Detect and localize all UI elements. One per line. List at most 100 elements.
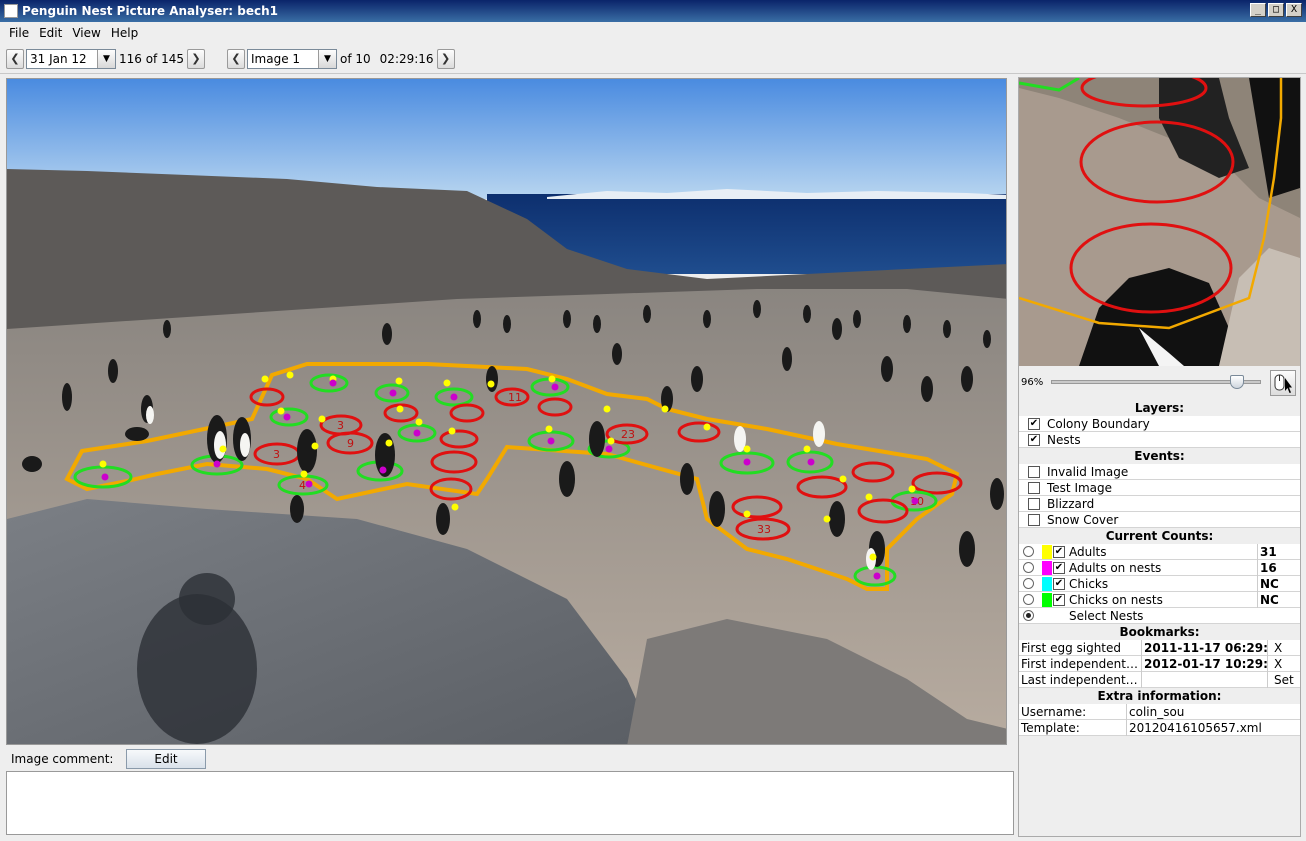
chevron-right-icon: ❯ <box>191 52 201 65</box>
bookmark-label: First egg sighted <box>1019 639 1142 656</box>
layer-label: Nests <box>1047 432 1081 447</box>
event-label: Test Image <box>1047 480 1113 495</box>
count-label: Adults <box>1069 544 1107 559</box>
mouse-mode-button[interactable] <box>1270 370 1296 396</box>
bookmark-row: First independent ch... 2012-01-17 10:29… <box>1019 655 1300 672</box>
count-row-select-nests[interactable]: Select Nests <box>1019 608 1300 624</box>
count-value: 16 <box>1257 559 1300 576</box>
toolbar: ❮ 31 Jan 12 ▼ 116 of 145 ❯ ❮ Image 1 ▼ o… <box>0 44 1306 74</box>
side-sections: Layers: ✔ Colony Boundary ✔ Nests Events… <box>1019 400 1300 736</box>
event-row-invalid-image[interactable]: Invalid Image <box>1019 464 1300 480</box>
count-label: Chicks on nests <box>1069 592 1163 607</box>
event-label: Snow Cover <box>1047 512 1119 527</box>
date-select[interactable]: 31 Jan 12 ▼ <box>26 48 116 69</box>
next-date-button[interactable]: ❯ <box>187 48 206 69</box>
checkbox-icon[interactable] <box>1028 465 1040 478</box>
close-button[interactable]: X <box>1286 3 1302 17</box>
chevron-left-icon: ❮ <box>10 52 20 65</box>
nest-number: 23 <box>621 428 635 441</box>
zoom-preview[interactable] <box>1019 78 1300 366</box>
radio-icon[interactable] <box>1023 578 1034 589</box>
event-row-snow-cover[interactable]: Snow Cover <box>1019 512 1300 528</box>
count-row-adults[interactable]: ✔ Adults 31 <box>1019 543 1300 560</box>
window-title: Penguin Nest Picture Analyser: bech1 <box>22 4 278 18</box>
app-icon <box>4 4 18 18</box>
checkbox-checked-icon[interactable]: ✔ <box>1053 577 1065 590</box>
comment-bar: Image comment: Edit <box>6 748 1014 770</box>
extra-info-header: Extra information: <box>1019 688 1300 704</box>
chevron-down-icon[interactable]: ▼ <box>97 49 115 68</box>
count-row-chicks[interactable]: ✔ Chicks NC <box>1019 575 1300 592</box>
maximize-button[interactable]: □ <box>1268 3 1284 17</box>
menu-view[interactable]: View <box>67 26 105 40</box>
edit-comment-button[interactable]: Edit <box>126 749 206 769</box>
bookmark-value: 2011-11-17 06:29:54 <box>1144 639 1268 656</box>
title-bar: Penguin Nest Picture Analyser: bech1 _ □… <box>0 0 1306 22</box>
nest-number: 9 <box>347 437 354 450</box>
bookmark-clear-button[interactable]: X <box>1268 656 1298 672</box>
menu-edit[interactable]: Edit <box>34 26 67 40</box>
color-swatch <box>1042 544 1052 559</box>
bookmark-label: Last independent ch... <box>1021 671 1142 688</box>
checkbox-checked-icon[interactable]: ✔ <box>1053 593 1065 606</box>
layer-row-nests[interactable]: ✔ Nests <box>1019 432 1300 448</box>
menu-help[interactable]: Help <box>106 26 143 40</box>
bookmark-row: First egg sighted 2011-11-17 06:29:54 X <box>1019 639 1300 656</box>
checkbox-checked-icon[interactable]: ✔ <box>1028 417 1040 430</box>
radio-icon[interactable] <box>1023 546 1034 557</box>
image-comment-textarea[interactable] <box>6 771 1014 835</box>
extra-info-row: Username: colin_sou <box>1019 703 1300 720</box>
count-row-chicks-on-nests[interactable]: ✔ Chicks on nests NC <box>1019 591 1300 608</box>
zoom-slider[interactable] <box>1051 375 1261 389</box>
checkbox-checked-icon[interactable]: ✔ <box>1028 433 1040 446</box>
image-time: 02:29:16 <box>379 51 434 66</box>
event-row-blizzard[interactable]: Blizzard <box>1019 496 1300 512</box>
zoom-bar: 96% <box>1019 368 1300 396</box>
bookmark-row: Last independent ch... Set <box>1019 671 1300 688</box>
right-panel: 96% Layers: ✔ Colony Boundary ✔ Nests Ev… <box>1018 77 1301 837</box>
chevron-right-icon: ❯ <box>440 52 451 65</box>
next-image-button[interactable]: ❯ <box>436 48 455 69</box>
zoom-slider-thumb[interactable] <box>1230 375 1245 389</box>
nest-number: 3 <box>337 419 344 432</box>
count-value: NC <box>1257 591 1300 608</box>
bookmark-set-button[interactable]: Set <box>1268 672 1298 688</box>
prev-image-button[interactable]: ❮ <box>227 48 246 69</box>
count-value: 31 <box>1257 543 1300 560</box>
checkbox-icon[interactable] <box>1028 497 1040 510</box>
color-swatch <box>1042 576 1052 591</box>
event-label: Blizzard <box>1047 496 1095 511</box>
radio-icon[interactable] <box>1023 594 1034 605</box>
date-select-value: 31 Jan 12 <box>30 51 87 66</box>
bookmarks-header: Bookmarks: <box>1019 624 1300 640</box>
extra-info-row: Template: 20120416105657.xml <box>1019 719 1300 736</box>
radio-icon[interactable] <box>1023 562 1034 573</box>
checkbox-checked-icon[interactable]: ✔ <box>1053 545 1065 558</box>
chevron-down-icon[interactable]: ▼ <box>318 49 337 68</box>
layer-row-colony-boundary[interactable]: ✔ Colony Boundary <box>1019 416 1300 432</box>
nest-number: 11 <box>508 391 522 404</box>
penguin-photo-canvas[interactable]: 9 3 3 4 11 23 33 10 <box>6 78 1007 745</box>
mouse-pointer-icon <box>1274 374 1292 393</box>
event-row-test-image[interactable]: Test Image <box>1019 480 1300 496</box>
menu-file[interactable]: File <box>4 26 34 40</box>
minimize-button[interactable]: _ <box>1250 3 1266 17</box>
color-swatch <box>1042 560 1052 575</box>
event-label: Invalid Image <box>1047 464 1129 479</box>
nest-number: 3 <box>273 448 280 461</box>
checkbox-checked-icon[interactable]: ✔ <box>1053 561 1065 574</box>
prev-date-button[interactable]: ❮ <box>6 48 24 69</box>
bookmark-value <box>1142 671 1268 688</box>
image-select-value: Image 1 <box>251 51 301 66</box>
shadow-head <box>179 573 235 625</box>
extra-info-value: 20120416105657.xml <box>1129 720 1262 735</box>
image-select[interactable]: Image 1 ▼ <box>247 48 338 69</box>
count-row-adults-on-nests[interactable]: ✔ Adults on nests 16 <box>1019 559 1300 576</box>
checkbox-icon[interactable] <box>1028 481 1040 494</box>
menu-bar: File Edit View Help <box>0 22 1306 44</box>
image-comment-label: Image comment: <box>11 752 114 766</box>
checkbox-icon[interactable] <box>1028 513 1040 526</box>
radio-selected-icon[interactable] <box>1023 610 1034 621</box>
bookmark-clear-button[interactable]: X <box>1268 640 1298 656</box>
bookmark-value: 2012-01-17 10:29:23 <box>1144 655 1268 672</box>
